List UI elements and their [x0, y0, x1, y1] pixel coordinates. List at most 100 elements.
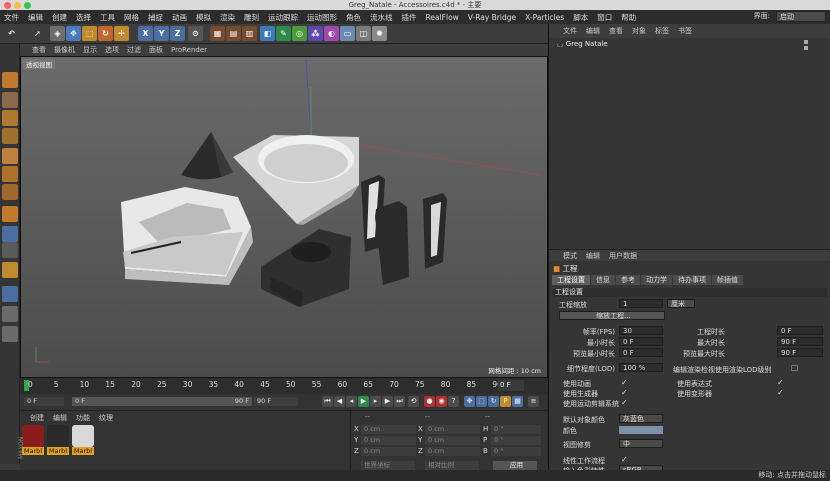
menu-item[interactable]: 捕捉	[148, 12, 163, 23]
timeline-frame-field[interactable]: 0 F	[498, 380, 524, 391]
render-picture-viewer-icon[interactable]: ▤	[226, 26, 241, 41]
spline-pen-icon[interactable]: ✎	[276, 26, 291, 41]
key-position-icon[interactable]: ✥	[464, 396, 475, 407]
menu-item[interactable]: 帮助	[621, 12, 636, 23]
scale-unit-select[interactable]: 厘米	[667, 299, 695, 308]
menu-item[interactable]: 脚本	[573, 12, 588, 23]
menu-item[interactable]: 模拟	[196, 12, 211, 23]
material-swatch[interactable]: Marbl	[22, 425, 44, 455]
position-field[interactable]: 0 cm	[361, 425, 416, 434]
recent-tool-icon[interactable]: ✢	[114, 26, 129, 41]
timeline-menu-icon[interactable]: ≡	[528, 396, 539, 407]
end-frame-field[interactable]: 90 F	[254, 397, 298, 406]
menu-item[interactable]: 运动跟踪	[268, 12, 298, 23]
render-settings-icon[interactable]: ▥	[242, 26, 257, 41]
solo-mode-icon[interactable]	[2, 242, 18, 258]
material-swatch[interactable]: Marbl	[72, 425, 94, 455]
prev-frame-icon[interactable]: ◂	[346, 396, 357, 407]
menu-item[interactable]: 选择	[76, 12, 91, 23]
scale-value-field[interactable]: 1	[619, 299, 663, 308]
floor-icon[interactable]: ▭	[340, 26, 355, 41]
checkbox-check[interactable]: ✓	[621, 398, 628, 407]
edges-mode-icon[interactable]	[2, 166, 18, 182]
loop-icon[interactable]: ⟲	[408, 396, 419, 407]
checkbox-check[interactable]: ✓	[621, 388, 628, 397]
lock-workplane-icon[interactable]	[2, 326, 18, 342]
attribute-menu-item[interactable]: 用户数据	[609, 251, 637, 261]
viewport-menu-item[interactable]: 选项	[105, 45, 119, 55]
checkbox-check[interactable]: ✓	[621, 378, 628, 387]
layout-select[interactable]: 启动	[776, 11, 826, 22]
object-menu-item[interactable]: 书签	[678, 26, 692, 36]
checkbox-check[interactable]: ✓	[777, 388, 784, 397]
default-color-select[interactable]: 灰蓝色	[619, 414, 663, 423]
attribute-tab[interactable]: 信息	[591, 275, 615, 285]
make-editable-icon[interactable]	[2, 72, 18, 88]
menu-item[interactable]: 窗口	[597, 12, 612, 23]
coord-mode-select[interactable]: 世界坐标	[361, 461, 415, 470]
key-rotation-icon[interactable]: ↻	[488, 396, 499, 407]
autokey-icon[interactable]: ◉	[436, 396, 447, 407]
select-arrow-icon[interactable]: ➚	[30, 26, 45, 41]
position-field[interactable]: 0 cm	[361, 436, 416, 445]
play-icon[interactable]: ▶	[358, 396, 369, 407]
lod-checkbox-label[interactable]: 编辑渲染检视使用渲染LOD级别	[673, 365, 772, 375]
menu-item[interactable]: X-Particles	[525, 13, 564, 22]
rotation-field[interactable]: 0 °	[491, 425, 541, 434]
scale-tool-icon[interactable]: ⬚	[82, 26, 97, 41]
viewport-menu-item[interactable]: 面板	[149, 45, 163, 55]
deformer-icon[interactable]: ◐	[324, 26, 339, 41]
linear-workflow-checkbox[interactable]: ✓	[621, 455, 628, 464]
size-field[interactable]: 0 cm	[425, 425, 480, 434]
next-key-icon[interactable]: ▶	[382, 396, 393, 407]
goto-start-icon[interactable]: ⏮	[322, 396, 333, 407]
y-axis-icon[interactable]: Y	[154, 26, 169, 41]
keyframe-selection-icon[interactable]: ?	[448, 396, 459, 407]
attribute-tab[interactable]: 帧插值	[712, 275, 743, 285]
menu-item[interactable]: 插件	[402, 12, 417, 23]
scale-project-button[interactable]: 缩放工程...	[559, 311, 665, 320]
tweak-mode-icon[interactable]	[2, 226, 18, 242]
minimize-window-icon[interactable]	[14, 2, 21, 9]
axis-mode-icon[interactable]	[2, 206, 18, 222]
attribute-menu-item[interactable]: 模式	[563, 251, 577, 261]
size-field[interactable]: 0 cm	[425, 436, 480, 445]
move-tool-icon[interactable]: ✥	[66, 26, 81, 41]
field-value[interactable]: 0 F	[619, 348, 663, 357]
object-menu-item[interactable]: 编辑	[586, 26, 600, 36]
position-field[interactable]: 0 cm	[361, 447, 416, 456]
zoom-window-icon[interactable]	[24, 2, 31, 9]
field-value[interactable]: 0 F	[619, 337, 663, 346]
field-value[interactable]: 0 F	[777, 326, 823, 335]
menu-item[interactable]: 工具	[100, 12, 115, 23]
prev-key-icon[interactable]: ◀	[334, 396, 345, 407]
attribute-tab[interactable]: 动力学	[641, 275, 672, 285]
perspective-viewport[interactable]: 透视视图 网格间距 : 10 cm	[20, 56, 548, 378]
material-swatch[interactable]: Marbl	[47, 425, 69, 455]
field-value[interactable]: 90 F	[777, 348, 823, 357]
menu-item[interactable]: 创建	[52, 12, 67, 23]
menu-item[interactable]: 渲染	[220, 12, 235, 23]
object-menu-item[interactable]: 查看	[609, 26, 623, 36]
menu-item[interactable]: 网格	[124, 12, 139, 23]
material-menu-item[interactable]: 纹理	[99, 413, 113, 423]
menu-item[interactable]: 角色	[346, 12, 361, 23]
attribute-tab[interactable]: 参考	[616, 275, 640, 285]
color-swatch[interactable]	[619, 426, 663, 434]
goto-end-icon[interactable]: ⏭	[394, 396, 405, 407]
array-icon[interactable]: ⁂	[308, 26, 323, 41]
menu-item[interactable]: 雕刻	[244, 12, 259, 23]
record-icon[interactable]: ●	[424, 396, 435, 407]
key-scale-icon[interactable]: ⬚	[476, 396, 487, 407]
render-view-icon[interactable]: ▦	[210, 26, 225, 41]
undo-icon[interactable]: ↶	[4, 26, 19, 41]
menu-item[interactable]: RealFlow	[426, 13, 459, 22]
model-mode-icon[interactable]	[2, 92, 18, 108]
menu-item[interactable]: V-Ray Bridge	[468, 13, 516, 22]
x-axis-icon[interactable]: X	[138, 26, 153, 41]
snap-icon[interactable]	[2, 262, 18, 278]
light-icon[interactable]: ✺	[372, 26, 387, 41]
viewport-menu-item[interactable]: 摄像机	[54, 45, 75, 55]
key-pla-icon[interactable]: ▦	[512, 396, 523, 407]
object-row[interactable]: ⌞⌟ Greg Natale	[557, 40, 608, 48]
